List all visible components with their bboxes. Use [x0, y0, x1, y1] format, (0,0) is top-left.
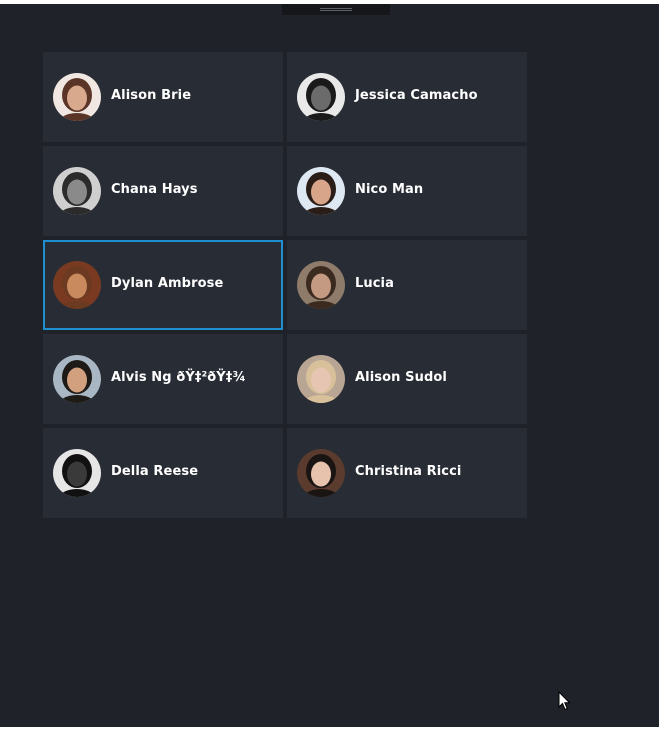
contacts-window: Alison Brie Jessica Camacho Chana Hays Nico…: [0, 0, 659, 727]
contact-tile[interactable]: Dylan Ambrose: [43, 240, 283, 330]
contact-name: Christina Ricci: [355, 464, 462, 479]
avatar: [297, 73, 345, 121]
avatar: [53, 355, 101, 403]
contact-name: Alison Sudol: [355, 370, 447, 385]
contact-tile[interactable]: Nico Man: [287, 146, 527, 236]
contact-name: Dylan Ambrose: [111, 276, 224, 291]
contact-tile[interactable]: Lucia: [287, 240, 527, 330]
mouse-pointer-icon: [558, 691, 571, 711]
grip-icon: [320, 8, 352, 11]
contact-name: Alvis Ng ðŸ‡²ðŸ‡¾: [111, 370, 246, 385]
contact-name: Lucia: [355, 276, 394, 291]
contact-name: Alison Brie: [111, 88, 192, 103]
avatar: [53, 261, 101, 309]
contact-name: Jessica Camacho: [355, 88, 478, 103]
contact-name: Chana Hays: [111, 182, 198, 197]
contact-tile[interactable]: Jessica Camacho: [287, 52, 527, 142]
contact-tile[interactable]: Alison Brie: [43, 52, 283, 142]
avatar: [297, 449, 345, 497]
avatar: [53, 449, 101, 497]
contact-tile[interactable]: Chana Hays: [43, 146, 283, 236]
contact-grid: Alison Brie Jessica Camacho Chana Hays Nico…: [43, 52, 527, 518]
contact-tile[interactable]: Christina Ricci: [287, 428, 527, 518]
avatar: [53, 73, 101, 121]
avatar: [53, 167, 101, 215]
avatar: [297, 261, 345, 309]
contact-name: Della Reese: [111, 464, 199, 479]
contact-tile[interactable]: Della Reese: [43, 428, 283, 518]
drag-handle[interactable]: [282, 4, 390, 15]
avatar: [297, 355, 345, 403]
contact-tile[interactable]: Alvis Ng ðŸ‡²ðŸ‡¾: [43, 334, 283, 424]
contact-tile[interactable]: Alison Sudol: [287, 334, 527, 424]
avatar: [297, 167, 345, 215]
contact-name: Nico Man: [355, 182, 424, 197]
